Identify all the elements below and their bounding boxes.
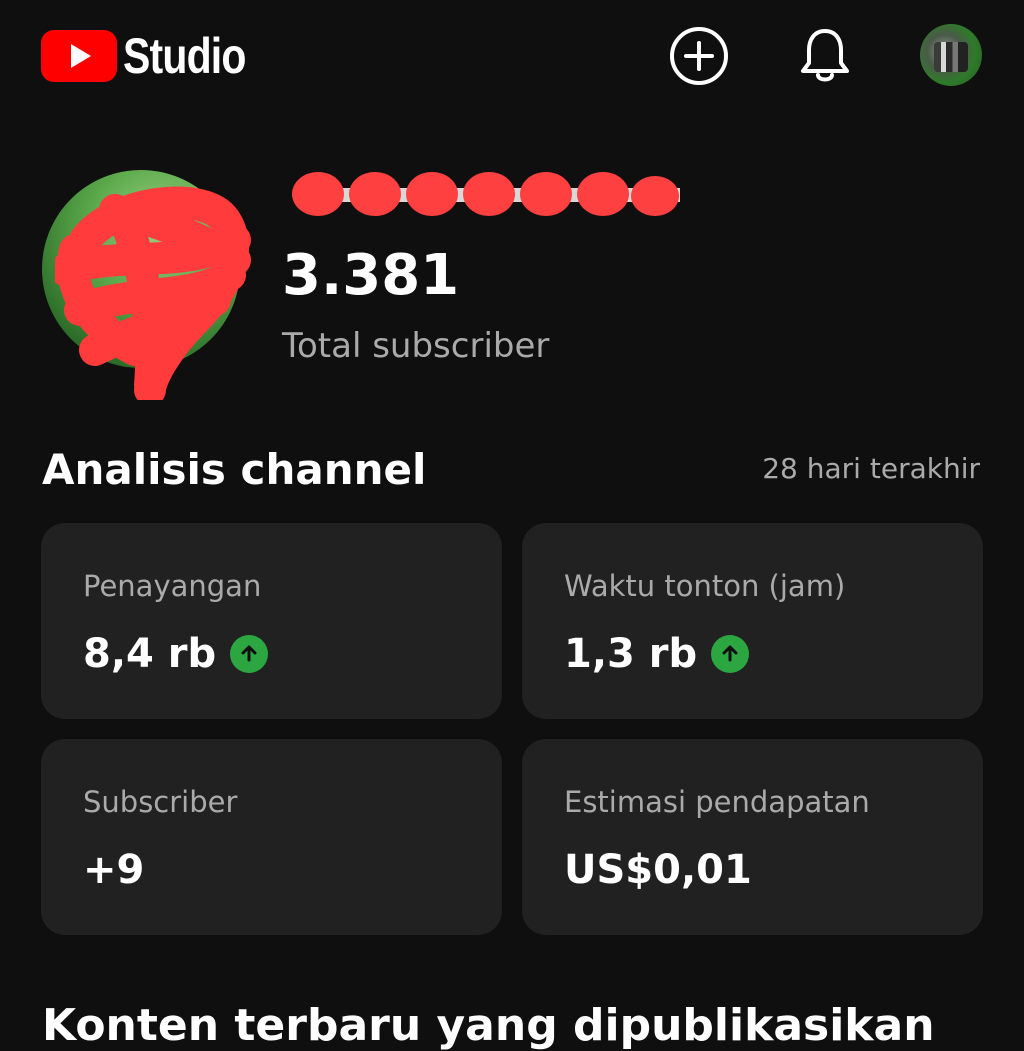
avatar-photo xyxy=(934,42,968,72)
views-label: Penayangan xyxy=(83,569,262,603)
subscriber-label: Total subscriber xyxy=(282,326,550,366)
views-value: 8,4 rb xyxy=(83,631,217,677)
revenue-card[interactable]: Estimasi pendapatan US$0,01 xyxy=(522,739,983,935)
subscriber-count: 3.381 xyxy=(282,243,460,308)
app-name: Studio xyxy=(123,28,246,84)
youtube-play-icon xyxy=(41,30,117,82)
revenue-value-row: US$0,01 xyxy=(564,847,752,893)
latest-content-title: Konten terbaru yang dipublikasikan xyxy=(42,1000,935,1051)
subscribers-label: Subscriber xyxy=(83,785,238,819)
analytics-title: Analisis channel xyxy=(42,445,427,494)
subscribers-card[interactable]: Subscriber +9 xyxy=(41,739,502,935)
trend-up-icon xyxy=(711,635,750,673)
top-bar: Studio xyxy=(0,0,1024,112)
watch-time-value: 1,3 rb xyxy=(564,631,698,677)
watch-time-label: Waktu tonton (jam) xyxy=(564,569,846,603)
views-card[interactable]: Penayangan 8,4 rb xyxy=(41,523,502,719)
create-icon xyxy=(670,27,728,85)
subscribers-value: +9 xyxy=(83,847,145,893)
youtube-studio-logo[interactable]: Studio xyxy=(41,30,273,82)
analytics-period[interactable]: 28 hari terakhir xyxy=(762,452,980,485)
revenue-label: Estimasi pendapatan xyxy=(564,785,870,819)
watch-time-card[interactable]: Waktu tonton (jam) 1,3 rb xyxy=(522,523,983,719)
views-value-row: 8,4 rb xyxy=(83,631,269,677)
redaction-scribble xyxy=(55,186,251,400)
account-avatar[interactable] xyxy=(920,24,982,86)
notifications-icon xyxy=(801,29,849,82)
create-button[interactable] xyxy=(667,24,731,88)
revenue-value: US$0,01 xyxy=(564,847,752,893)
trend-up-icon xyxy=(230,635,269,673)
notifications-button[interactable] xyxy=(793,24,857,88)
subscribers-value-row: +9 xyxy=(83,847,144,893)
channel-name-redaction xyxy=(292,172,680,216)
watch-time-value-row: 1,3 rb xyxy=(564,631,750,677)
